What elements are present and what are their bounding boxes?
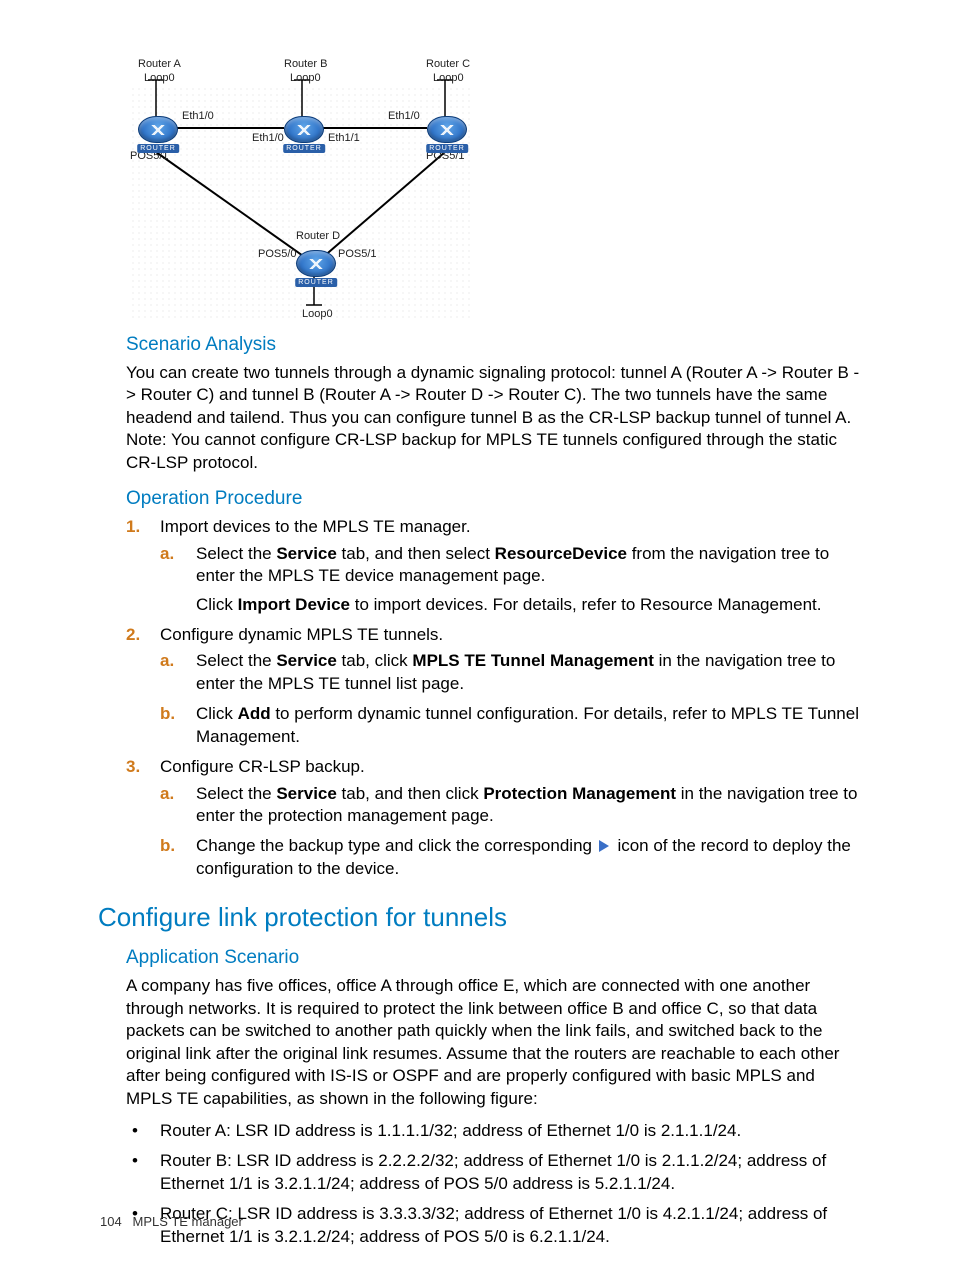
deploy-icon (599, 840, 609, 852)
scenario-analysis-text: You can create two tunnels through a dyn… (126, 362, 864, 474)
router-c-name: Router C (426, 58, 470, 70)
procedure-step: Import devices to the MPLS TE manager. S… (126, 516, 864, 616)
router-a-name: Router A (138, 58, 181, 70)
page: Router A Loop0 Eth1/0 POS5/1 ROUTER Rout… (0, 0, 954, 1248)
sub-list: Select the Service tab, and then click P… (160, 783, 864, 881)
router-b-name: Router B (284, 58, 327, 70)
list-item: Router B: LSR ID address is 2.2.2.2/32; … (126, 1150, 864, 1195)
sub-step-extra: Click Import Device to import devices. F… (196, 594, 864, 616)
router-d-name: Router D (296, 230, 340, 242)
procedure-step: Configure CR-LSP backup. Select the Serv… (126, 756, 864, 880)
page-footer: 104 MPLS TE manager (100, 1214, 243, 1229)
sub-list: Select the Service tab, and then select … (160, 543, 864, 616)
router-icon: ROUTER (296, 250, 336, 277)
router-b-eth-tr: Eth1/0 (388, 110, 420, 122)
step-text: Configure CR-LSP backup. (160, 757, 365, 776)
list-item: Router A: LSR ID address is 1.1.1.1/32; … (126, 1120, 864, 1142)
sub-step: Change the backup type and click the cor… (160, 835, 864, 880)
network-diagram: Router A Loop0 Eth1/0 POS5/1 ROUTER Rout… (130, 50, 470, 320)
router-icon: ROUTER (138, 116, 178, 143)
router-icon: ROUTER (427, 116, 467, 143)
router-b-eth-l: Eth1/0 (252, 132, 284, 144)
sub-step: Click Add to perform dynamic tunnel conf… (160, 703, 864, 748)
router-icon: ROUTER (284, 116, 324, 143)
page-number: 104 (100, 1214, 122, 1229)
router-d-loop: Loop0 (302, 308, 333, 320)
application-scenario-text: A company has five offices, office A thr… (126, 975, 864, 1110)
router-a-loop: Loop0 (144, 72, 175, 84)
router-d-pos-r: POS5/1 (338, 248, 377, 260)
chapter-title: MPLS TE manager (133, 1214, 243, 1229)
sub-step: Select the Service tab, and then select … (160, 543, 864, 616)
heading-application-scenario: Application Scenario (126, 947, 864, 969)
router-d-pos-l: POS5/0 (258, 248, 297, 260)
procedure-list: Import devices to the MPLS TE manager. S… (126, 516, 864, 880)
sub-step: Select the Service tab, and then click P… (160, 783, 864, 828)
sub-list: Select the Service tab, click MPLS TE Tu… (160, 650, 864, 748)
heading-operation-procedure: Operation Procedure (126, 488, 864, 510)
step-text: Import devices to the MPLS TE manager. (160, 517, 471, 536)
heading-scenario-analysis: Scenario Analysis (126, 334, 864, 356)
router-b-loop: Loop0 (290, 72, 321, 84)
sub-step: Select the Service tab, click MPLS TE Tu… (160, 650, 864, 695)
router-b-eth-r: Eth1/1 (328, 132, 360, 144)
router-c-loop: Loop0 (433, 72, 464, 84)
step-text: Configure dynamic MPLS TE tunnels. (160, 625, 443, 644)
procedure-step: Configure dynamic MPLS TE tunnels. Selec… (126, 624, 864, 748)
heading-configure-link-protection: Configure link protection for tunnels (98, 902, 864, 933)
router-a-eth: Eth1/0 (182, 110, 214, 122)
